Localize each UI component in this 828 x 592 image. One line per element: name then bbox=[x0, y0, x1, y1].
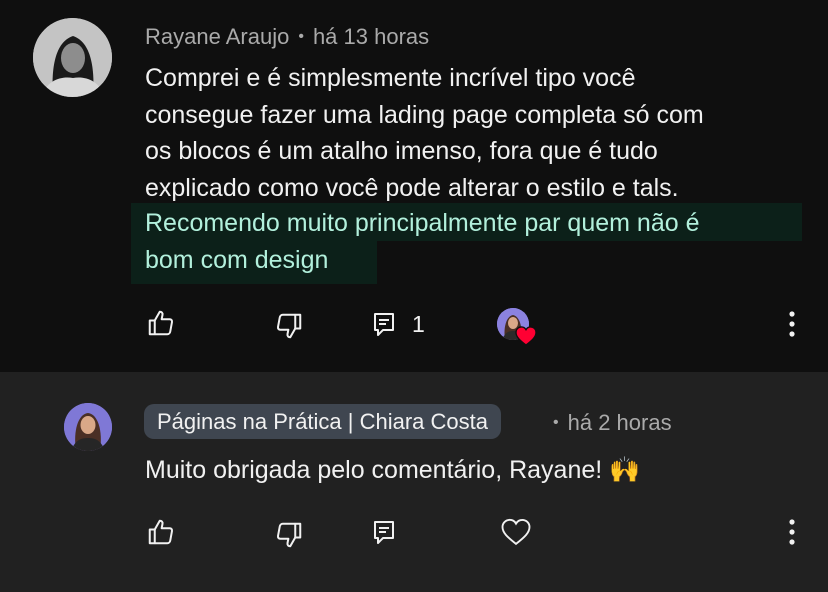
highlighted-line: bom com design bbox=[145, 245, 329, 274]
reply-count[interactable]: 1 bbox=[412, 311, 425, 338]
creator-heart-badge bbox=[497, 308, 539, 350]
comment-text: Comprei e é simplesmente incrível tipo v… bbox=[145, 60, 704, 206]
reply-icon bbox=[372, 519, 396, 547]
meta-separator: • bbox=[298, 28, 304, 45]
like-button[interactable] bbox=[144, 515, 178, 549]
reply-text: Muito obrigada pelo comentário, Rayane! … bbox=[145, 456, 641, 484]
thumbs-down-icon bbox=[274, 520, 304, 550]
more-icon bbox=[789, 311, 795, 337]
thumbs-up-icon bbox=[146, 308, 176, 338]
comment-line: os blocos é um atalho imenso, fora que é… bbox=[145, 137, 658, 165]
comment-time: há 2 horas bbox=[567, 410, 672, 435]
channel-owner-chip[interactable]: Páginas na Prática | Chiara Costa bbox=[144, 404, 501, 439]
meta-separator: • bbox=[553, 414, 559, 431]
thumbs-up-icon bbox=[146, 517, 176, 547]
more-options-button[interactable] bbox=[778, 308, 806, 340]
avatar-rayane[interactable] bbox=[33, 18, 112, 97]
reply-button[interactable] bbox=[370, 309, 398, 341]
comment-line: consegue fazer uma lading page completa … bbox=[145, 100, 704, 129]
comment-line: explicado como você pode alterar o estil… bbox=[145, 173, 679, 202]
like-button[interactable] bbox=[144, 306, 178, 340]
comment-1: Rayane Araujo • há 13 horas Comprei e é si… bbox=[0, 0, 828, 372]
heart-button[interactable] bbox=[499, 516, 533, 548]
comment-line: Comprei e é simplesmente incrível tipo v… bbox=[145, 64, 636, 92]
dislike-button[interactable] bbox=[272, 309, 306, 343]
highlighted-line: Recomendo muito principalmente par quem … bbox=[145, 209, 700, 237]
heart-icon bbox=[515, 326, 537, 351]
reply-button[interactable] bbox=[370, 517, 398, 549]
heart-icon bbox=[501, 518, 531, 546]
avatar-chiara[interactable] bbox=[64, 403, 112, 451]
highlighted-text: Recomendo muito principalmente par quem … bbox=[145, 205, 699, 278]
reply-meta: • há 2 horas bbox=[553, 410, 672, 436]
thumbs-down-icon bbox=[274, 311, 304, 341]
comment-time: há 13 horas bbox=[312, 24, 430, 49]
comment-meta: Rayane Araujo • há 13 horas bbox=[145, 24, 429, 50]
more-options-button[interactable] bbox=[778, 516, 806, 548]
reply-icon bbox=[372, 311, 396, 339]
more-icon bbox=[789, 519, 795, 545]
dislike-button[interactable] bbox=[272, 518, 306, 552]
author-name[interactable]: Rayane Araujo bbox=[145, 24, 289, 49]
